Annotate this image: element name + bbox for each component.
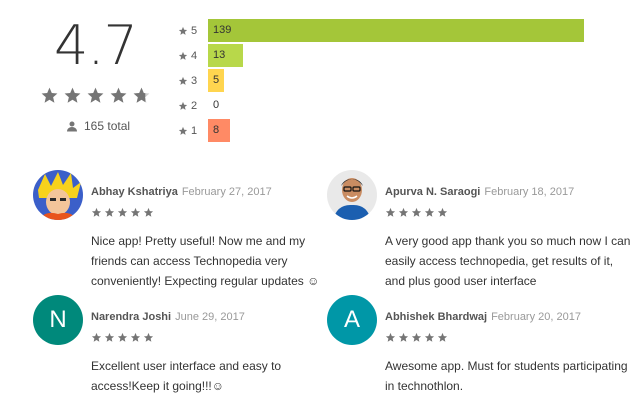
rating-bar-track: 8 <box>208 119 614 142</box>
rating-bar-label: 5 <box>178 25 208 37</box>
review-header: Narendra Joshi June 29, 2017 <box>91 311 245 323</box>
review-date: February 20, 2017 <box>491 311 581 323</box>
rating-bar-count: 13 <box>213 49 226 61</box>
star-icon <box>411 332 422 342</box>
rating-bar-row: 3 5 <box>178 69 614 92</box>
star-half-icon <box>133 87 150 103</box>
review-stars <box>91 207 154 218</box>
star-icon <box>178 51 188 60</box>
total-ratings-label: 165 total <box>84 119 131 133</box>
average-rating-stars <box>40 86 151 105</box>
star-icon <box>437 332 448 342</box>
star-icon <box>143 207 154 217</box>
review-card: Apurva N. Saraogi February 18, 2017 A ver… <box>327 170 630 290</box>
reviewer-name[interactable]: Abhay Kshatriya <box>91 186 178 198</box>
star-icon <box>64 87 81 103</box>
rating-bar-count: 5 <box>213 74 220 86</box>
rating-bar-star-number: 3 <box>191 74 198 87</box>
rating-bar-star-number: 2 <box>191 99 198 112</box>
rating-bar-count: 8 <box>213 124 220 136</box>
review-header: Abhishek Bhardwaj February 20, 2017 <box>385 311 581 323</box>
person-icon <box>67 121 77 132</box>
rating-bar-row: 1 8 <box>178 119 614 142</box>
star-icon <box>178 26 188 35</box>
review-date: February 18, 2017 <box>484 186 575 198</box>
star-icon <box>110 87 127 103</box>
rating-bar-star-number: 1 <box>191 124 198 137</box>
star-icon <box>117 332 128 342</box>
star-icon <box>104 332 115 342</box>
review-text: A very good app thank you so much now I … <box>385 234 631 288</box>
review-header: Apurva N. Saraogi February 18, 2017 <box>385 186 574 198</box>
star-icon <box>398 332 409 342</box>
star-icon <box>411 207 422 217</box>
star-icon <box>424 332 435 342</box>
review-card: N Narendra Joshi June 29, 2017 Excellent … <box>33 295 333 395</box>
star-icon <box>117 207 128 217</box>
rating-bar-label: 2 <box>178 100 208 112</box>
rating-bar-count: 0 <box>213 99 220 111</box>
rating-bar-label: 4 <box>178 50 208 62</box>
star-icon <box>41 87 58 103</box>
review-date: February 27, 2017 <box>181 186 272 198</box>
star-icon <box>437 207 448 217</box>
star-icon <box>424 207 435 217</box>
photo-avatar-image <box>327 170 377 220</box>
rating-bar-row: 4 13 <box>178 44 614 67</box>
cartoon-avatar-image <box>33 170 83 220</box>
rating-bar-label: 3 <box>178 75 208 87</box>
review-header: Abhay Kshatriya February 27, 2017 <box>91 186 272 198</box>
rating-bar-track: 139 <box>208 19 614 42</box>
star-icon <box>104 207 115 217</box>
review-stars <box>385 332 448 343</box>
review-text: Awesome app. Must for students participa… <box>385 359 628 393</box>
star-icon <box>178 76 188 85</box>
star-icon <box>178 101 188 110</box>
star-icon <box>91 207 102 217</box>
rating-summary: 4.7 165 total 5 139 4 13 3 5 2 0 1 8 <box>0 0 636 160</box>
rating-bar-row: 5 139 <box>178 19 614 42</box>
rating-bar-star-number: 5 <box>191 24 198 37</box>
star-icon <box>143 332 154 342</box>
rating-bar-track: 5 <box>208 69 614 92</box>
star-icon <box>385 332 396 342</box>
reviewer-name[interactable]: Abhishek Bhardwaj <box>385 311 487 323</box>
reviewer-name[interactable]: Apurva N. Saraogi <box>385 186 480 198</box>
rating-bar-star-number: 4 <box>191 49 198 62</box>
reviewer-avatar[interactable] <box>327 170 377 220</box>
review-date: June 29, 2017 <box>175 311 245 323</box>
rating-bar-fill <box>208 19 584 42</box>
review-text: Nice app! Pretty useful! Now me and my f… <box>91 234 320 288</box>
rating-bar-row: 2 0 <box>178 94 614 117</box>
reviewer-name[interactable]: Narendra Joshi <box>91 311 171 323</box>
star-icon <box>130 207 141 217</box>
review-card: Abhay Kshatriya February 27, 2017 Nice ap… <box>33 170 333 290</box>
reviewer-avatar[interactable] <box>33 170 83 220</box>
reviewer-avatar[interactable]: N <box>33 295 83 345</box>
review-stars <box>385 207 448 218</box>
rating-bar-label: 1 <box>178 125 208 137</box>
review-stars <box>91 332 154 343</box>
review-card: A Abhishek Bhardwaj February 20, 2017 Awe… <box>327 295 628 395</box>
reviewer-avatar[interactable]: A <box>327 295 377 345</box>
star-icon <box>385 207 396 217</box>
rating-bar-track: 13 <box>208 44 614 67</box>
star-icon <box>87 87 104 103</box>
rating-bar-track: 0 <box>208 94 614 117</box>
review-text: Excellent user interface and easy to acc… <box>91 359 282 393</box>
star-icon <box>91 332 102 342</box>
rating-bar-count: 139 <box>213 24 232 36</box>
total-ratings: 165 total <box>66 119 130 133</box>
star-icon <box>178 126 188 135</box>
star-icon <box>398 207 409 217</box>
average-rating: 4.7 <box>54 14 138 77</box>
star-icon <box>130 332 141 342</box>
